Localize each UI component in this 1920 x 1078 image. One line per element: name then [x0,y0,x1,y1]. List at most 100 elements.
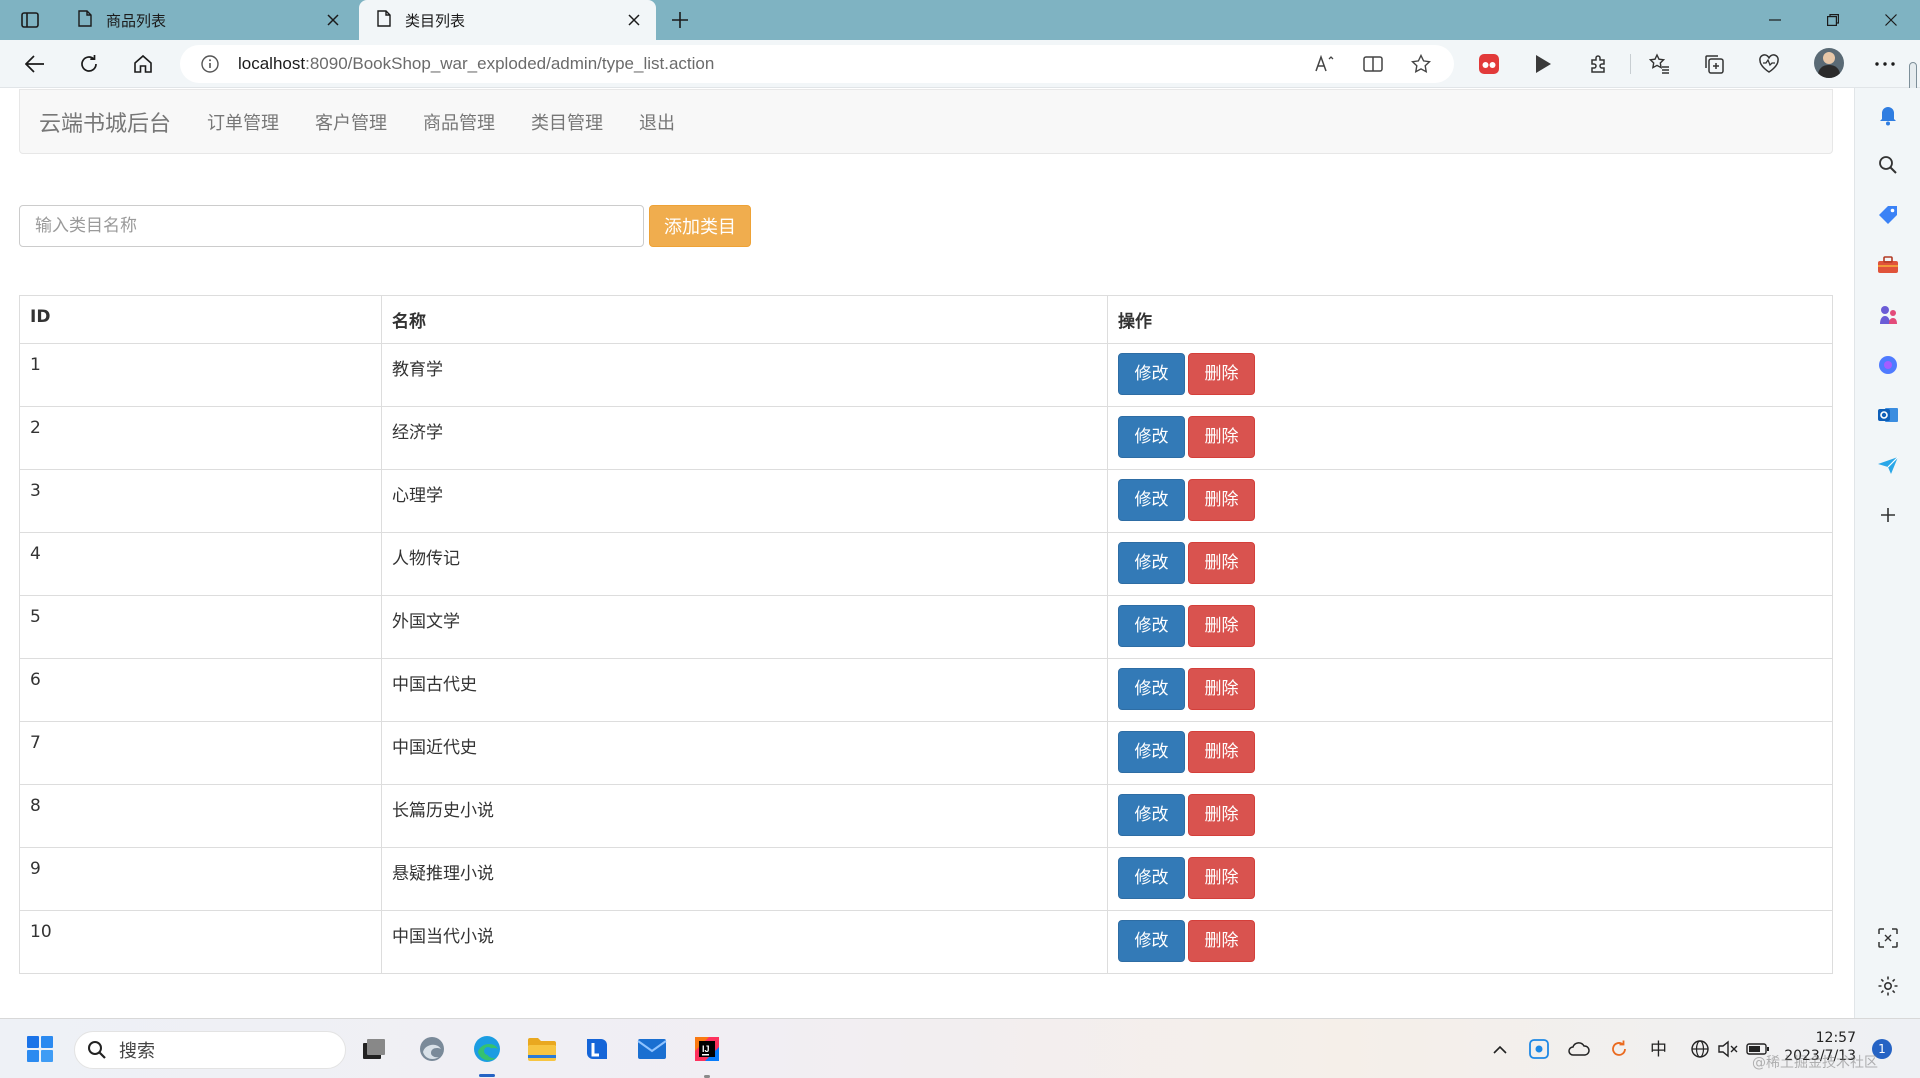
delete-button[interactable]: 删除 [1188,731,1255,773]
extension-red-icon[interactable] [1472,48,1506,80]
collections-icon[interactable] [1697,48,1731,80]
nav-link-logout[interactable]: 退出 [639,109,675,135]
favorites-list-icon[interactable] [1642,48,1676,80]
edit-button[interactable]: 修改 [1118,794,1185,836]
table-row: 2 经济学 修改 删除 [19,406,1833,470]
minimize-icon[interactable] [1752,4,1798,36]
table-row: 7 中国近代史 修改 删除 [19,721,1833,785]
delete-button[interactable]: 删除 [1188,605,1255,647]
gear-icon[interactable] [1873,971,1903,1001]
delete-button[interactable]: 删除 [1188,542,1255,584]
nav-link-orders[interactable]: 订单管理 [207,109,279,135]
back-arrow-icon[interactable] [18,48,52,80]
globe-network-icon[interactable] [1688,1037,1712,1061]
add-category-button[interactable]: 添加类目 [649,205,751,247]
read-aloud-icon[interactable] [1312,51,1338,77]
table-row: 6 中国古代史 修改 删除 [19,658,1833,722]
nav-link-customers[interactable]: 客户管理 [315,109,387,135]
outlook-icon[interactable] [1873,400,1903,430]
search-icon[interactable] [1873,150,1903,180]
file-explorer-icon[interactable] [524,1031,560,1067]
edit-button[interactable]: 修改 [1118,920,1185,962]
intellij-idea-icon[interactable]: IJ [689,1031,725,1067]
admin-navbar: 云端书城后台 订单管理 客户管理 商品管理 类目管理 退出 [19,89,1833,154]
edge-browser-icon[interactable] [469,1031,505,1067]
info-icon[interactable] [200,54,220,74]
send-plane-icon[interactable] [1873,450,1903,480]
delete-button[interactable]: 删除 [1188,857,1255,899]
address-bar[interactable]: localhost:8090/BookShop_war_exploded/adm… [180,45,1454,83]
play-icon[interactable] [1526,48,1560,80]
windows-start-icon[interactable] [22,1031,58,1067]
page-icon [377,9,391,31]
edit-button[interactable]: 修改 [1118,857,1185,899]
chess-games-icon[interactable] [1873,300,1903,330]
cell-id: 1 [19,343,382,407]
edge-dev-icon[interactable] [414,1031,450,1067]
cell-actions: 修改 删除 [1107,721,1833,785]
edit-button[interactable]: 修改 [1118,542,1185,584]
cell-id: 2 [19,406,382,470]
copilot-icon[interactable] [1873,350,1903,380]
tab-type-list[interactable]: 类目列表 [359,0,656,40]
favorite-star-icon[interactable] [1408,51,1434,77]
cell-name: 外国文学 [381,595,1108,659]
task-view-icon[interactable] [356,1031,392,1067]
delete-button[interactable]: 删除 [1188,353,1255,395]
new-tab-icon[interactable] [666,8,694,32]
taskbar-search-box[interactable]: 搜索 [74,1031,346,1069]
nav-link-products[interactable]: 商品管理 [423,109,495,135]
category-name-input[interactable] [19,205,644,247]
update-icon[interactable] [1607,1037,1631,1061]
table-row: 5 外国文学 修改 删除 [19,595,1833,659]
site-brand[interactable]: 云端书城后台 [39,106,171,138]
close-window-icon[interactable] [1868,4,1914,36]
delete-button[interactable]: 删除 [1188,668,1255,710]
delete-button[interactable]: 删除 [1188,416,1255,458]
cell-actions: 修改 删除 [1107,469,1833,533]
edit-button[interactable]: 修改 [1118,353,1185,395]
nav-link-categories[interactable]: 类目管理 [531,109,603,135]
close-icon[interactable] [323,10,343,30]
extensions-puzzle-icon[interactable] [1582,48,1616,80]
edit-button[interactable]: 修改 [1118,668,1185,710]
shopping-tag-icon[interactable] [1873,200,1903,230]
screenshot-icon[interactable] [1873,923,1903,953]
cell-name: 中国当代小说 [381,910,1108,974]
table-row: 9 悬疑推理小说 修改 删除 [19,847,1833,911]
page-viewport: 云端书城后台 订单管理 客户管理 商品管理 类目管理 退出 添加类目 ID 名称… [0,88,1854,1018]
chevron-up-icon[interactable] [1488,1037,1512,1061]
delete-button[interactable]: 删除 [1188,479,1255,521]
more-menu-icon[interactable] [1868,48,1902,80]
close-icon[interactable] [624,10,644,30]
clock-time: 12:57 [1815,1030,1856,1046]
home-icon[interactable] [126,48,160,80]
edit-button[interactable]: 修改 [1118,731,1185,773]
url-text: localhost:8090/BookShop_war_exploded/adm… [238,54,715,73]
todo-app-icon[interactable] [579,1031,615,1067]
tab-actions-icon[interactable] [12,8,48,32]
edit-button[interactable]: 修改 [1118,416,1185,458]
cell-name: 中国古代史 [381,658,1108,722]
taskbar-search-label: 搜索 [119,1041,155,1062]
edit-button[interactable]: 修改 [1118,479,1185,521]
cloud-sync-icon[interactable] [1567,1037,1591,1061]
edit-button[interactable]: 修改 [1118,605,1185,647]
add-icon[interactable] [1873,500,1903,530]
bell-icon[interactable] [1873,100,1903,130]
delete-button[interactable]: 删除 [1188,920,1255,962]
split-screen-icon[interactable] [1360,51,1386,77]
profile-avatar[interactable] [1814,48,1844,78]
delete-button[interactable]: 删除 [1188,794,1255,836]
refresh-icon[interactable] [72,48,106,80]
cell-actions: 修改 删除 [1107,532,1833,596]
ime-indicator[interactable]: 中 [1650,1035,1667,1060]
toolbox-icon[interactable] [1873,250,1903,280]
speaker-muted-icon[interactable] [1716,1037,1740,1061]
restore-icon[interactable] [1810,4,1856,36]
cell-name: 教育学 [381,343,1108,407]
mail-icon[interactable] [634,1031,670,1067]
tab-product-list[interactable]: 商品列表 [60,0,355,40]
tray-app-icon[interactable] [1527,1037,1551,1061]
performance-heart-icon[interactable] [1752,48,1786,80]
